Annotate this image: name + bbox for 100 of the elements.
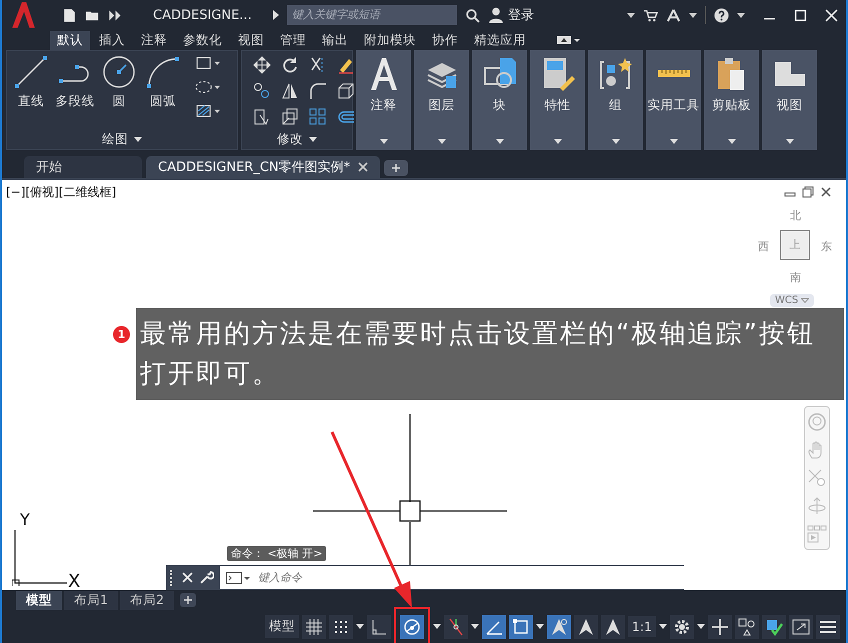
caret-icon[interactable] (356, 624, 364, 629)
compass-label: 西 (758, 239, 769, 254)
layout-tab[interactable]: 模型 (16, 591, 62, 610)
ribbon-tab[interactable]: 协作 (425, 30, 465, 50)
panel-title[interactable]: 绘图 (102, 129, 128, 149)
caret-icon[interactable] (273, 10, 279, 20)
ribbon-panel-button[interactable]: 剪贴板 (704, 50, 759, 150)
ribbon-tab[interactable]: 视图 (231, 30, 271, 50)
wrench-icon[interactable] (199, 570, 214, 585)
caret-icon[interactable] (470, 624, 479, 629)
caret-icon[interactable] (432, 624, 441, 629)
prompt-icon[interactable] (226, 572, 250, 584)
ribbon-panel-button[interactable]: 特性 (530, 50, 585, 150)
caret-icon (554, 139, 562, 144)
ellipse-icon[interactable] (195, 79, 221, 95)
ribbon-tab[interactable]: 参数化 (176, 30, 229, 50)
3d-icon[interactable] (336, 81, 356, 101)
rectangle-icon[interactable] (195, 55, 221, 71)
search-field[interactable]: 键入关键字或短语 (287, 5, 457, 25)
add-tab-icon[interactable] (384, 160, 408, 176)
iso2-toggle[interactable] (735, 614, 759, 638)
panel-toggle-icon[interactable] (557, 36, 581, 44)
menu-toggle[interactable] (816, 614, 840, 638)
new-file-icon[interactable] (62, 8, 77, 22)
add-tab-icon[interactable] (180, 593, 196, 607)
move-icon[interactable] (252, 55, 272, 75)
mirror-icon[interactable] (280, 81, 300, 101)
ortho-toggle[interactable] (366, 614, 391, 638)
osnap-toggle[interactable] (444, 614, 468, 638)
ribbon-tab[interactable]: 默认 (50, 30, 90, 50)
layout-tab[interactable]: 布局2 (120, 591, 174, 610)
network-icon[interactable] (666, 8, 681, 22)
draw-tool-button[interactable]: 圆 (99, 55, 139, 129)
fullscreen-toggle[interactable] (789, 614, 813, 638)
ribbon-tab[interactable]: 精选应用 (467, 30, 533, 50)
polar-toggle[interactable] (400, 614, 424, 638)
caret-icon[interactable] (134, 136, 142, 142)
scale-icon[interactable] (280, 107, 300, 127)
ribbon-panel-button[interactable]: 注释 (356, 50, 411, 150)
caret-icon[interactable] (536, 624, 544, 629)
snap-toggle[interactable] (328, 614, 353, 638)
caret-icon[interactable] (309, 136, 317, 142)
status-button[interactable]: 模型 (264, 615, 299, 638)
ucs-menu[interactable]: WCS (770, 294, 814, 307)
anno-toggle[interactable] (546, 614, 571, 638)
caret-icon[interactable] (737, 12, 745, 18)
ribbon-panel-button[interactable]: 组 (588, 50, 643, 150)
cart-icon[interactable] (643, 8, 658, 22)
copy-icon[interactable] (252, 81, 272, 101)
restore-icon[interactable] (802, 186, 814, 198)
close-icon[interactable] (820, 186, 832, 198)
document-tab[interactable]: 开始 (24, 156, 142, 178)
maximize-icon[interactable] (794, 8, 807, 22)
anno3-toggle[interactable] (600, 614, 625, 638)
status-button[interactable]: 1:1 (628, 616, 656, 637)
draw-tool-button[interactable]: 圆弧 (143, 55, 183, 129)
app-logo-icon[interactable] (10, 1, 36, 29)
ribbon-tab[interactable]: 附加模块 (357, 30, 423, 50)
draw-tool-button[interactable]: 多段线 (55, 55, 95, 129)
expand-icon[interactable] (108, 8, 123, 22)
draw-tool-button[interactable]: 直线 (11, 55, 51, 129)
iso-toggle[interactable] (482, 614, 506, 638)
array-icon[interactable] (308, 107, 328, 127)
ribbon-panel-button[interactable]: 块 (472, 50, 527, 150)
search-icon[interactable] (465, 8, 480, 22)
caret-icon[interactable] (627, 12, 635, 18)
ribbon-tab[interactable]: 管理 (273, 30, 313, 50)
gear-toggle[interactable] (670, 614, 694, 638)
command-input[interactable]: 键入命令 (256, 570, 684, 584)
anno2-toggle[interactable] (574, 614, 598, 638)
ribbon-panel-button[interactable]: 图层 (414, 50, 469, 150)
layout-tab[interactable]: 布局1 (64, 591, 118, 610)
help-icon[interactable] (714, 8, 729, 22)
panel-title[interactable]: 修改 (277, 129, 303, 149)
step-number-badge: 1 (113, 326, 130, 343)
caret-icon (728, 139, 736, 144)
ribbon-tab[interactable]: 注释 (134, 30, 174, 50)
hatch-icon[interactable] (195, 103, 221, 119)
user-icon (488, 7, 504, 23)
caret-icon[interactable] (659, 624, 667, 629)
ribbon-panel-button[interactable]: 实用工具 (646, 50, 701, 150)
ribbon-panel-button[interactable]: 视图 (762, 50, 817, 150)
ribbon-tab[interactable]: 插入 (92, 30, 132, 50)
sign-in-button[interactable]: 登录 (488, 6, 534, 24)
plus-toggle[interactable] (708, 614, 732, 638)
viewport-controls-label[interactable]: [−][俯视][二维线框] (6, 184, 116, 201)
caret-icon (380, 139, 388, 144)
ribbon-tab[interactable]: 输出 (315, 30, 355, 50)
fillet-icon[interactable] (308, 81, 328, 101)
grid-toggle[interactable] (302, 614, 326, 638)
command-field[interactable]: 键入命令 (220, 566, 684, 589)
caret-icon[interactable] (689, 12, 697, 18)
grid-icon (304, 616, 324, 636)
document-title: CADDESIGNE... (153, 8, 253, 22)
box-toggle[interactable] (508, 614, 533, 638)
check-toggle[interactable] (762, 614, 786, 638)
caret-icon[interactable] (697, 624, 705, 629)
compass-label: 东 (821, 239, 832, 254)
document-tab[interactable]: CADDESIGNER_CN零件图实例* (146, 156, 380, 178)
circle-icon (102, 55, 136, 89)
